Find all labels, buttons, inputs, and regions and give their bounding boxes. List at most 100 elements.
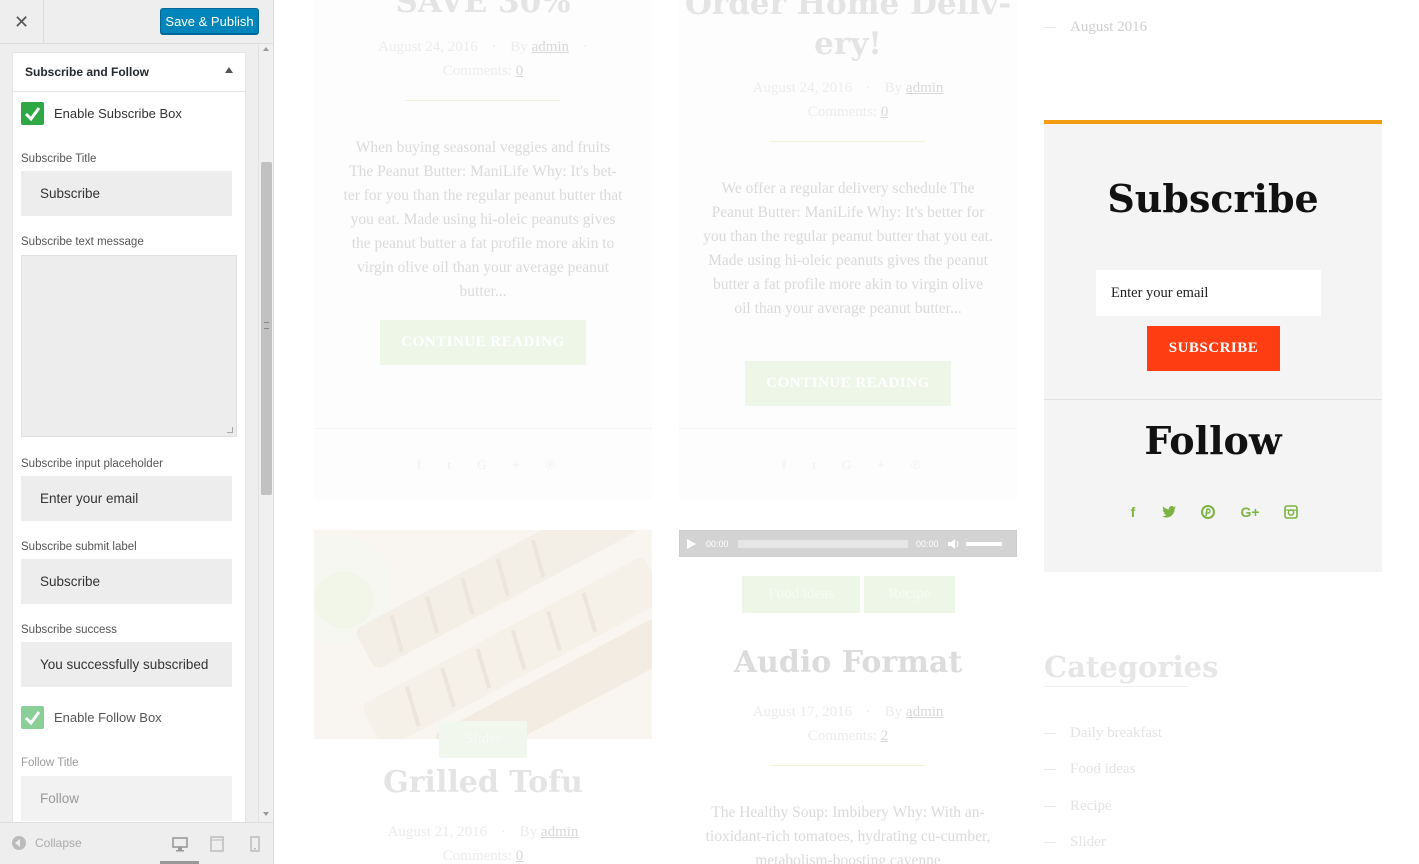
post-date[interactable]: August 21, 2016: [388, 824, 488, 840]
comments-count[interactable]: 0: [881, 104, 889, 120]
category-item[interactable]: Recipe: [1044, 798, 1112, 815]
grilled-tofu-image: [314, 530, 652, 739]
post-title[interactable]: Audio Format: [679, 645, 1017, 680]
category-item[interactable]: Daily breakfast: [1044, 725, 1162, 742]
google-plus-icon[interactable]: G+: [477, 457, 546, 472]
post-excerpt: We offer a regular delivery schedule The…: [703, 180, 993, 317]
subscribe-text-textarea[interactable]: [21, 255, 237, 437]
category-label: Recipe: [1070, 798, 1112, 814]
continue-reading-button[interactable]: CONTINUE READING: [380, 320, 586, 365]
continue-reading-button[interactable]: CONTINUE READING: [745, 361, 951, 406]
enable-follow-checkbox[interactable]: [21, 706, 44, 729]
placeholder-label: Subscribe input placeholder: [21, 458, 163, 470]
subscribe-follow-widget: Subscribe Enter your email SUBSCRIBE Fol…: [1044, 120, 1382, 572]
post-card-1: SAVE 30% August 24, 2016 · By admin · Co…: [314, 0, 652, 500]
by-label: By: [884, 704, 903, 720]
subscribe-text-label: Subscribe text message: [21, 236, 144, 248]
section-header[interactable]: Subscribe and Follow: [13, 53, 245, 92]
subscribe-title-label: Subscribe Title: [21, 153, 97, 165]
subscribe-title-input[interactable]: Subscribe: [21, 171, 232, 216]
author-link[interactable]: admin: [541, 824, 579, 840]
save-publish-button[interactable]: Save & Publish: [160, 8, 259, 34]
post-date[interactable]: August 17, 2016: [753, 704, 853, 720]
desktop-icon[interactable]: [171, 835, 189, 853]
category-item[interactable]: Slider: [1044, 834, 1106, 851]
list-dash: [1044, 26, 1056, 28]
enable-follow-label: Enable Follow Box: [54, 710, 162, 725]
instagram-icon[interactable]: [1281, 502, 1301, 522]
author-link[interactable]: admin: [906, 80, 944, 96]
divider: [770, 765, 925, 766]
pinterest-icon[interactable]: [1198, 502, 1218, 522]
volume-slider[interactable]: [966, 542, 1002, 546]
google-plus-icon[interactable]: G+: [1237, 502, 1263, 522]
collapse-arrow-icon[interactable]: [225, 67, 233, 73]
comments-count[interactable]: 2: [881, 728, 889, 744]
facebook-icon[interactable]: f: [417, 457, 447, 472]
comments-count[interactable]: 0: [516, 848, 524, 864]
post-meta: August 24, 2016 · By admin: [752, 80, 944, 96]
post-comments: Comments: 0: [679, 104, 1017, 121]
mobile-icon[interactable]: [246, 835, 264, 853]
follow-title: Follow: [1144, 418, 1282, 463]
scroll-thumb[interactable]: [261, 162, 272, 495]
audio-duration: 00:00: [916, 539, 939, 549]
categories-title: Categories: [1044, 650, 1219, 684]
archive-item[interactable]: August 2016: [1070, 19, 1147, 35]
audio-progress-bar[interactable]: [738, 540, 908, 548]
comments-count[interactable]: 0: [516, 63, 524, 79]
pinterest-icon[interactable]: ℗: [911, 457, 947, 472]
facebook-icon[interactable]: f: [1123, 502, 1143, 522]
twitter-icon[interactable]: t: [447, 457, 477, 472]
collapse-icon: [12, 836, 26, 850]
post-tag-recipe[interactable]: Recipe: [864, 576, 955, 613]
submit-label-label: Subscribe submit label: [21, 541, 137, 553]
scroll-up-icon[interactable]: [263, 47, 269, 51]
post-date[interactable]: August 24, 2016: [378, 39, 478, 55]
post-title[interactable]: Grilled Tofu: [314, 765, 652, 800]
post-title[interactable]: Order Home Deliv- ery!: [679, 0, 1017, 64]
panel-scrollbar[interactable]: [258, 44, 273, 822]
enable-subscribe-checkbox[interactable]: [21, 102, 44, 125]
success-input[interactable]: You successfully subscribed: [21, 642, 232, 687]
post-tag-slider[interactable]: Slider: [439, 721, 527, 758]
submit-label-input[interactable]: Subscribe: [21, 559, 232, 604]
post-tag-food-ideas[interactable]: Food ideas: [742, 576, 860, 613]
post-comments: Comments: 0: [314, 848, 652, 864]
follow-title-input[interactable]: Follow: [21, 776, 232, 821]
author-link[interactable]: admin: [532, 39, 570, 55]
subscribe-button[interactable]: SUBSCRIBE: [1147, 326, 1280, 371]
post-date[interactable]: August 24, 2016: [753, 80, 853, 96]
google-plus-icon[interactable]: G+: [842, 457, 911, 472]
checkmark-icon: [24, 107, 41, 122]
author-link[interactable]: admin: [906, 704, 944, 720]
play-icon[interactable]: [687, 539, 696, 549]
panel-footer: Collapse: [0, 822, 273, 864]
category-label: Food ideas: [1070, 761, 1136, 777]
post-meta: August 21, 2016 · By admin: [387, 824, 579, 840]
archive-list: August 2016: [1044, 18, 1147, 36]
close-customizer-button[interactable]: ✕: [0, 0, 44, 44]
volume-icon[interactable]: [948, 539, 960, 549]
audio-player[interactable]: 00:00 00:00: [679, 530, 1017, 557]
resize-grip-icon[interactable]: [227, 427, 233, 433]
twitter-icon[interactable]: [1159, 502, 1179, 522]
placeholder-input[interactable]: Enter your email: [21, 476, 232, 521]
scroll-down-icon[interactable]: [263, 812, 269, 816]
twitter-icon[interactable]: t: [812, 457, 842, 472]
post-featured-image[interactable]: [314, 530, 652, 739]
subscribe-email-input[interactable]: Enter your email: [1096, 270, 1321, 316]
post-meta: August 24, 2016 · By admin ·: [378, 39, 588, 55]
pinterest-icon[interactable]: ℗: [546, 457, 582, 472]
widget-divider: [1044, 399, 1382, 400]
divider: [679, 428, 1017, 429]
post-title[interactable]: SAVE 30%: [314, 0, 652, 20]
post-title-line-1: Order Home Deliv-: [684, 0, 1012, 22]
list-dash: [1044, 733, 1056, 735]
facebook-icon[interactable]: f: [782, 457, 812, 472]
tablet-icon[interactable]: [208, 835, 226, 853]
divider: [770, 141, 925, 142]
category-item[interactable]: Food ideas: [1044, 761, 1135, 778]
list-dash: [1044, 806, 1056, 808]
collapse-button[interactable]: Collapse: [12, 836, 82, 850]
